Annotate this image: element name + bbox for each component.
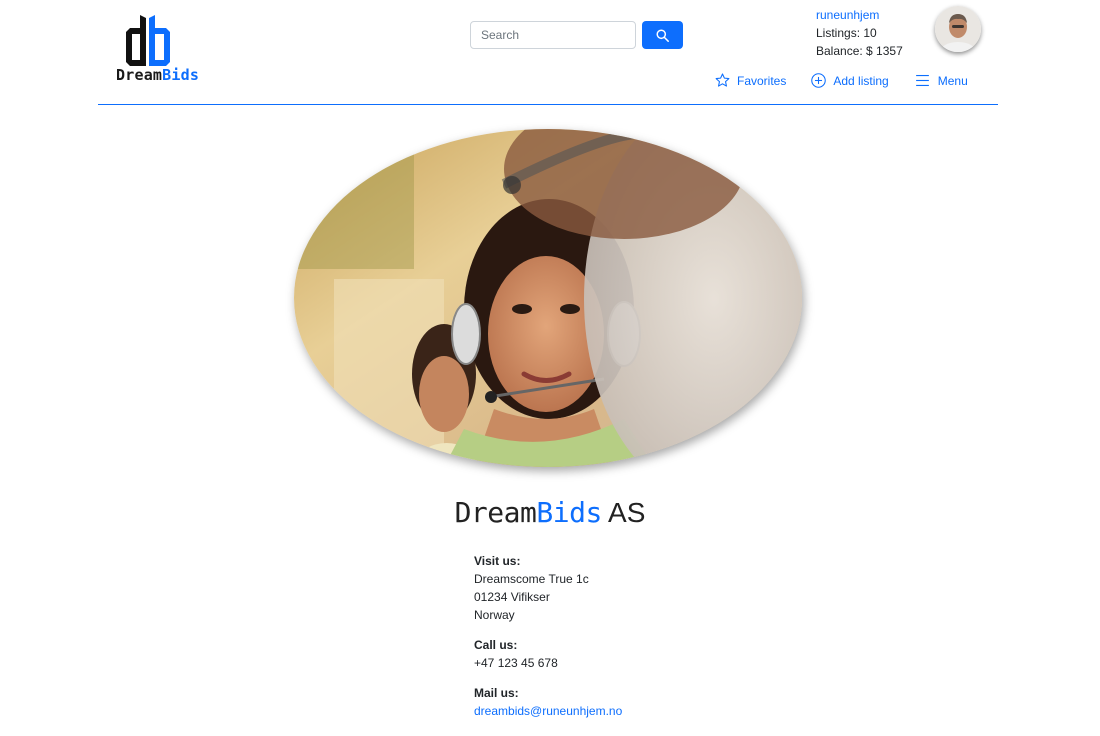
visit-block: Visit us: Dreamscome True 1c 01234 Vifik… [474,552,622,624]
search-form [470,21,690,51]
mail-block: Mail us: dreambids@runeunhjem.no [474,684,622,720]
company-name-suffix: AS [601,497,646,528]
company-name: DreamBids AS [0,496,1100,529]
call-heading: Call us: [474,638,518,652]
call-block: Call us: +47 123 45 678 [474,636,622,672]
email-link[interactable]: dreambids@runeunhjem.no [474,704,622,718]
star-icon [715,73,730,87]
add-listing-link[interactable]: Add listing [810,72,889,89]
logo-bids-text: Bids [162,66,200,84]
address-line-1: Dreamscome True 1c [474,572,589,586]
main-nav: Favorites Add listing Menu [714,72,968,89]
avatar[interactable] [935,6,981,52]
menu-label: Menu [937,73,968,88]
add-listing-label: Add listing [833,73,889,88]
support-agents-photo [294,129,802,467]
favorites-link[interactable]: Favorites [714,72,786,89]
search-icon [656,28,669,42]
address-line-2: 01234 Vifikser [474,590,550,604]
page: DreamBids runeunhjem Listings: 10 Balanc… [0,0,1100,736]
site-header: DreamBids runeunhjem Listings: 10 Balanc… [98,0,998,105]
user-avatar-photo [935,6,981,52]
search-input[interactable] [470,21,636,49]
logo-dream-text: Dream [116,66,163,84]
mail-heading: Mail us: [474,686,519,700]
contact-info: Visit us: Dreamscome True 1c 01234 Vifik… [474,552,622,732]
username-link[interactable]: runeunhjem [816,8,879,22]
plus-circle-icon [811,73,827,88]
favorites-label: Favorites [737,73,787,88]
logo-wordmark: DreamBids [116,66,200,84]
company-name-dream: Dream [454,496,537,529]
company-name-bids: Bids [536,496,602,529]
address-line-3: Norway [474,608,515,622]
dreambids-logo[interactable]: DreamBids [116,14,200,86]
customer-service-image [294,129,802,467]
user-info: runeunhjem Listings: 10 Balance: $ 1357 [816,6,903,60]
logo-mark-icon [126,15,170,66]
visit-heading: Visit us: [474,554,521,568]
hamburger-menu-icon [915,74,929,87]
balance-amount: Balance: $ 1357 [816,44,903,58]
search-button[interactable] [642,21,683,49]
phone-number: +47 123 45 678 [474,656,558,670]
menu-button[interactable]: Menu [913,72,968,89]
listings-count: Listings: 10 [816,26,877,40]
